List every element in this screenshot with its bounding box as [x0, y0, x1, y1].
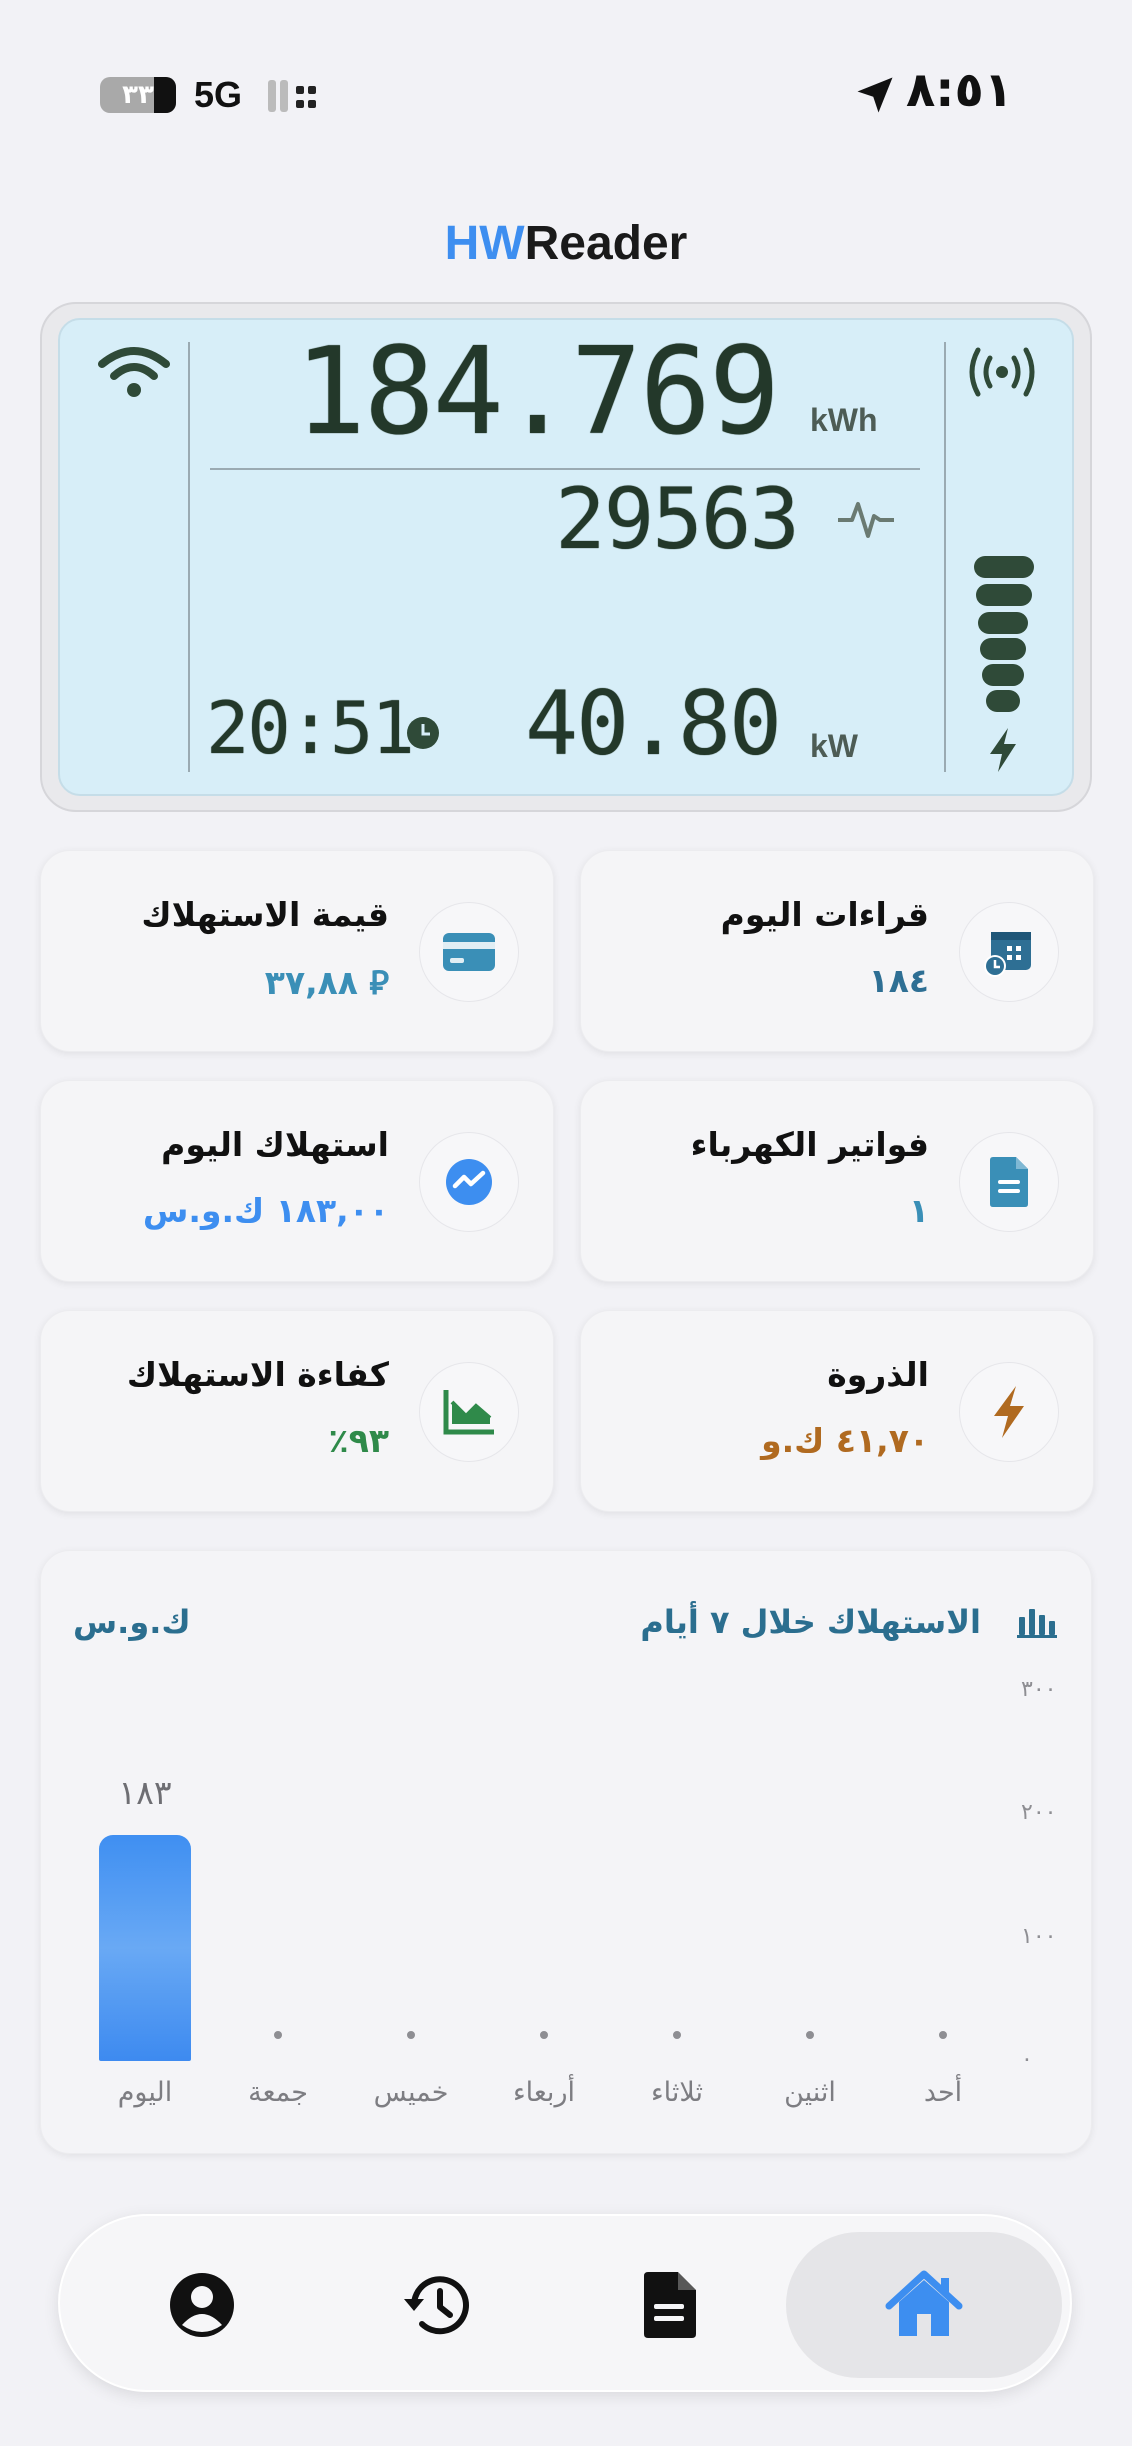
electricity-bills-card[interactable]: فواتير الكهرباء ١	[580, 1080, 1094, 1282]
calendar-clock-icon	[959, 902, 1059, 1002]
bolt-icon	[990, 728, 1016, 772]
bar-value-label: ١٨٣	[118, 1773, 172, 1813]
history-icon	[404, 2276, 469, 2335]
consumption-value-card[interactable]: قيمة الاستهلاك ٣٧,٨٨ ⃁	[40, 850, 554, 1052]
meter-time: 20:51	[206, 686, 415, 770]
card-value: ١	[908, 1191, 929, 1230]
chart-point	[673, 2031, 681, 2039]
x-tick-label: أحد	[923, 2077, 963, 2108]
credit-card-icon	[419, 902, 519, 1002]
bolt-icon	[959, 1362, 1059, 1462]
app-title: HWReader	[0, 216, 1132, 271]
chart-point	[939, 2031, 947, 2039]
tab-bills[interactable]	[600, 2232, 740, 2378]
y-tick-label: ١٠٠	[1021, 1923, 1057, 1949]
today-consumption-card[interactable]: استهلاك اليوم ١٨٣,٠٠ ك.و.س	[40, 1080, 554, 1282]
chart-bar	[99, 1835, 191, 2061]
tab-home[interactable]	[786, 2232, 1062, 2378]
battery-indicator: ٣٣	[100, 77, 176, 113]
x-tick-label: أربعاء	[512, 2077, 575, 2108]
y-tick-label: ٢٠٠	[1021, 1800, 1057, 1826]
peak-card[interactable]: الذروة ٤١,٧٠ ك.و	[580, 1310, 1094, 1512]
tab-profile[interactable]	[132, 2232, 272, 2378]
y-tick-label: ٣٠٠	[1021, 1677, 1057, 1702]
card-label: كفاءة الاستهلاك	[126, 1355, 389, 1394]
chart-point	[540, 2031, 548, 2039]
wifi-icon	[98, 347, 170, 397]
pulse-icon	[838, 502, 894, 538]
battery-level: ٣٣	[122, 80, 154, 110]
chart-point	[274, 2031, 282, 2039]
status-bar: ٣٣ 5G ٨:٥١	[0, 0, 1132, 190]
meter-display: 184.769 kWh 29563 20:51 40.80 kW	[58, 318, 1074, 796]
card-label: قيمة الاستهلاك	[141, 895, 389, 934]
x-tick-label: جمعة	[248, 2077, 308, 2108]
power-unit: kW	[810, 728, 858, 764]
efficiency-chart-icon	[419, 1362, 519, 1462]
card-label: فواتير الكهرباء	[690, 1125, 929, 1164]
energy-unit: kWh	[810, 402, 878, 438]
tab-history[interactable]	[366, 2232, 506, 2378]
card-label: قراءات اليوم	[720, 895, 929, 934]
x-tick-label: اليوم	[117, 2077, 173, 2108]
activity-icon	[419, 1132, 519, 1232]
energy-reading: 184.769	[294, 320, 780, 462]
tab-bar	[58, 2214, 1072, 2392]
x-tick-label: اثنين	[784, 2077, 836, 2108]
chart-point	[806, 2031, 814, 2039]
status-time: ٨:٥١	[906, 62, 1014, 118]
chart-title: الاستهلاك خلال ٧ أيام	[640, 1603, 981, 1641]
today-readings-card[interactable]: قراءات اليوم ١٨٤	[580, 850, 1094, 1052]
power-reading: 40.80	[525, 672, 782, 775]
signal-icon	[268, 80, 316, 112]
card-value: ١٨٣,٠٠ ك.و.س	[142, 1191, 389, 1230]
network-type: 5G	[194, 74, 243, 115]
card-label: الذروة	[827, 1355, 929, 1394]
card-value: ٣٧,٨٨ ⃁	[264, 963, 389, 1002]
consumption-efficiency-card[interactable]: كفاءة الاستهلاك ٪٩٣	[40, 1310, 554, 1512]
document-icon	[644, 2272, 696, 2338]
app-title-rest: Reader	[524, 217, 688, 270]
chart-unit-label: ك.و.س	[73, 1603, 191, 1641]
x-tick-label: ثلاثاء	[650, 2077, 704, 2108]
card-label: استهلاك اليوم	[161, 1125, 389, 1164]
clock-icon	[407, 717, 439, 749]
pulse-reading: 29563	[555, 470, 800, 568]
app-title-accent: HW	[444, 217, 525, 270]
chart-point	[407, 2031, 415, 2039]
card-value: ٤١,٧٠ ك.و	[761, 1421, 929, 1460]
weekly-consumption-chart: الاستهلاك خلال ٧ أيام ك.و.س ٠ ١٠٠ ٢٠٠ ٣٠٠ أح…	[40, 1550, 1092, 2154]
location-arrow-icon	[857, 77, 893, 113]
card-value: ١٨٤	[868, 961, 929, 1000]
bar-chart-icon	[1017, 1609, 1057, 1638]
y-tick-label: ٠	[1021, 2047, 1033, 2072]
home-icon	[885, 2270, 963, 2336]
document-icon	[959, 1132, 1059, 1232]
x-tick-label: خميس	[373, 2077, 449, 2108]
profile-icon	[170, 2273, 234, 2337]
broadcast-icon	[969, 347, 1035, 397]
card-value: ٪٩٣	[328, 1421, 389, 1460]
